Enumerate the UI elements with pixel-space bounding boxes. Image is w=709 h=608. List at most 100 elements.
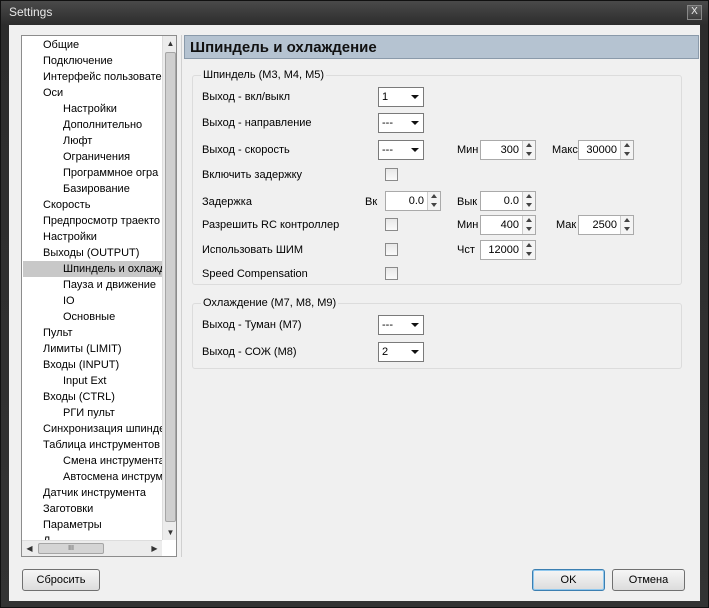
scroll-left-icon[interactable]: ◀ (22, 541, 37, 556)
tree-item[interactable]: Входы (INPUT) (43, 357, 119, 373)
tree-item[interactable]: Выходы (OUTPUT) (43, 245, 139, 261)
spindle-speed-select[interactable]: --- (378, 140, 424, 160)
tree-item[interactable]: Входы (CTRL) (43, 389, 115, 405)
flood-value: 2 (382, 346, 389, 358)
tree-item[interactable]: Ограничения (63, 149, 130, 165)
spindle-onoff-value: 1 (382, 91, 389, 103)
tree-item[interactable]: Общие (43, 37, 79, 53)
delay-on-label: Вк (365, 196, 378, 208)
tree-item[interactable]: Скорость (43, 197, 91, 213)
speed-max-spinner[interactable]: 30000 (578, 140, 634, 160)
speed-min-value: 300 (500, 144, 519, 156)
scroll-right-icon[interactable]: ▶ (147, 541, 162, 556)
rc-controller-checkbox[interactable] (385, 218, 398, 231)
tree-item[interactable]: Параметры (43, 517, 102, 533)
tree-item[interactable]: Настройки (63, 101, 117, 117)
tree-item[interactable]: Д (43, 533, 50, 540)
spindle-onoff-select[interactable]: 1 (378, 87, 424, 107)
spindle-group-title: Шпиндель (M3, M4, M5) (201, 69, 327, 81)
tree-item[interactable]: Настройки (43, 229, 97, 245)
pwm-checkbox[interactable] (385, 243, 398, 256)
delay-off-spinner[interactable]: 0.0 (480, 191, 536, 211)
tree-item[interactable]: Автосмена инструм (63, 469, 162, 485)
tree-item[interactable]: Подключение (43, 53, 113, 69)
tree-item[interactable]: Пульт (43, 325, 73, 341)
tree-item[interactable]: Шпиндель и охлажд (23, 261, 162, 277)
mist-select[interactable]: --- (378, 315, 424, 335)
tree-item[interactable]: Датчик инструмента (43, 485, 146, 501)
speed-compensation-checkbox[interactable] (385, 267, 398, 280)
scroll-up-icon[interactable]: ▲ (163, 36, 176, 51)
delay-off-label: Вык (457, 196, 478, 208)
speed-min-spinner[interactable]: 300 (480, 140, 536, 160)
tree-item[interactable]: Основные (63, 309, 115, 325)
tree-item[interactable]: Интерфейс пользовате (43, 69, 162, 85)
hscroll-thumb[interactable]: III (38, 543, 104, 554)
scroll-thumb[interactable] (165, 52, 176, 522)
scroll-down-icon[interactable]: ▼ (163, 525, 176, 540)
chevron-down-icon (411, 121, 419, 125)
chevron-down-icon (411, 148, 419, 152)
mist-value: --- (382, 319, 393, 331)
spindle-speed-value: --- (382, 144, 393, 156)
enable-delay-label: Включить задержку (202, 169, 303, 181)
rc-min-spinner[interactable]: 400 (480, 215, 536, 235)
tree-item[interactable]: Заготовки (43, 501, 93, 517)
tree-item[interactable]: Синхронизация шпинде (43, 421, 162, 437)
cancel-button[interactable]: Отмена (612, 569, 685, 591)
delay-on-value: 0.0 (408, 195, 424, 207)
rc-controller-label: Разрешить RC контроллер (202, 219, 340, 231)
tree-horizontal-scrollbar[interactable]: ◀ III ▶ (22, 540, 162, 556)
speed-max-value: 30000 (586, 144, 617, 156)
title-bar[interactable]: Settings X (1, 1, 708, 25)
flood-select[interactable]: 2 (378, 342, 424, 362)
delay-on-spinner[interactable]: 0.0 (385, 191, 441, 211)
delay-off-value: 0.0 (503, 195, 519, 207)
flood-label: Выход - СОЖ (M8) (202, 346, 297, 358)
tree-item[interactable]: Оси (43, 85, 63, 101)
tree-vertical-scrollbar[interactable]: ▲ ▼ (162, 36, 176, 540)
tree-item[interactable]: Люфт (63, 133, 92, 149)
settings-window: Settings X Общие Подключение Интерфейс пол… (0, 0, 709, 608)
tree-item[interactable]: РГИ пульт (63, 405, 115, 421)
cooling-group-title: Охлаждение (M7, M8, M9) (201, 297, 339, 309)
tree-item[interactable]: Смена инструмента (63, 453, 162, 469)
chevron-down-icon (411, 95, 419, 99)
reset-button[interactable]: Сбросить (22, 569, 100, 591)
tree-item[interactable]: IO (63, 293, 75, 309)
tree-item[interactable]: Программное огра (63, 165, 158, 181)
tree-item[interactable]: Input Ext (63, 373, 106, 389)
rc-max-label: Мак (556, 219, 577, 231)
tree-item[interactable]: Пауза и движение (63, 277, 156, 293)
tree-item[interactable]: Дополнительно (63, 117, 142, 133)
rc-min-value: 400 (500, 219, 519, 231)
spindle-direction-select[interactable]: --- (378, 113, 424, 133)
enable-delay-checkbox[interactable] (385, 168, 398, 181)
cooling-group: Охлаждение (M7, M8, M9) (192, 297, 682, 369)
spinner-arrows-icon[interactable] (522, 216, 535, 234)
chevron-down-icon (411, 350, 419, 354)
spinner-arrows-icon[interactable] (620, 216, 633, 234)
spindle-direction-value: --- (382, 117, 393, 129)
tree-item[interactable]: Лимиты (LIMIT) (43, 341, 122, 357)
spindle-speed-label: Выход - скорость (202, 144, 290, 156)
tree-item[interactable]: Предпросмотр траекто (43, 213, 160, 229)
spinner-arrows-icon[interactable] (620, 141, 633, 159)
pwm-freq-spinner[interactable]: 12000 (480, 240, 536, 260)
rc-min-label: Мин (457, 219, 479, 231)
spinner-arrows-icon[interactable] (522, 141, 535, 159)
spindle-direction-label: Выход - направление (202, 117, 312, 129)
rc-max-spinner[interactable]: 2500 (578, 215, 634, 235)
pwm-freq-label: Чст (457, 244, 475, 256)
tree-item[interactable]: Базирование (63, 181, 130, 197)
spinner-arrows-icon[interactable] (427, 192, 440, 210)
close-button[interactable]: X (687, 5, 702, 20)
spinner-arrows-icon[interactable] (522, 192, 535, 210)
tree-item[interactable]: Таблица инструментов (43, 437, 160, 453)
spinner-arrows-icon[interactable] (522, 241, 535, 259)
chevron-down-icon (411, 323, 419, 327)
settings-tree: Общие Подключение Интерфейс пользовате Оси Н… (21, 35, 177, 557)
ok-button[interactable]: OK (532, 569, 605, 591)
settings-content: Шпиндель и охлаждение Шпиндель (M3, M4, … (181, 35, 699, 557)
spindle-onoff-label: Выход - вкл/выкл (202, 91, 291, 103)
